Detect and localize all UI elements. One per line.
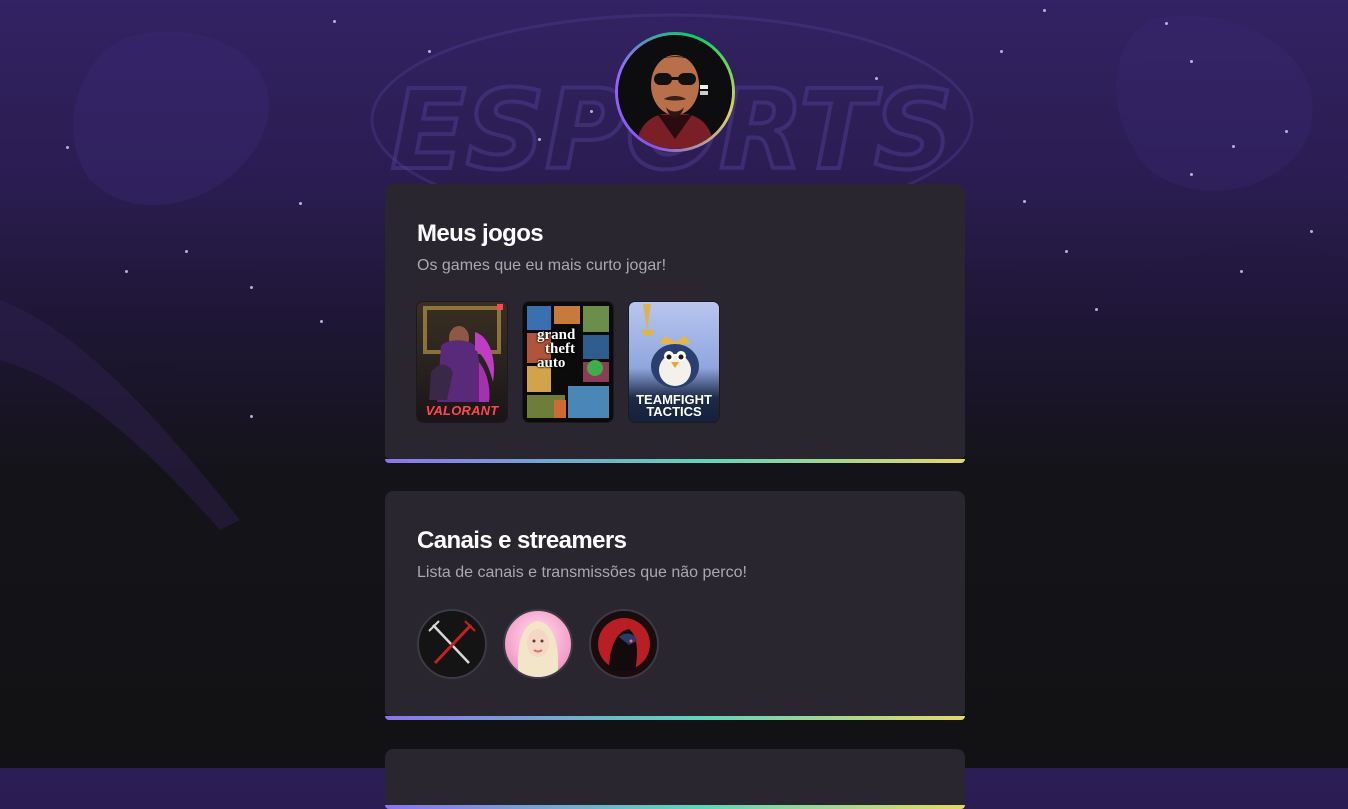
channels-list — [417, 609, 933, 679]
streamer-portrait-blonde — [517, 621, 559, 677]
channel-avatar-blonde-streamer[interactable] — [503, 609, 573, 679]
channels-card-title: Canais e streamers — [417, 527, 627, 554]
gta-logo-text: grand theft auto — [537, 327, 576, 371]
game-cover-teamfight-tactics[interactable]: TEAMFIGHT TACTICS — [629, 302, 719, 422]
channels-card-subtitle: Lista de canais e transmissões que não p… — [417, 564, 747, 581]
crossed-swords-icon — [428, 620, 476, 665]
profile-avatar — [615, 32, 735, 152]
channel-avatar-crossed-swords[interactable] — [417, 609, 487, 679]
games-card-subtitle: Os games que eu mais curto jogar! — [417, 257, 667, 274]
game-cover-gta-v[interactable]: grand theft auto — [523, 302, 613, 422]
third-card-partial — [385, 749, 965, 809]
profile-avatar-illustration — [618, 35, 732, 149]
game-cover-valorant[interactable]: VALORANT — [417, 302, 507, 422]
channel-avatar-red-warrior[interactable] — [589, 609, 659, 679]
valorant-logo-text: VALORANT — [425, 403, 499, 418]
channels-card: Canais e streamers Lista de canais e tra… — [385, 491, 965, 720]
games-list: VALORANT grand theft auto TEAMFIGHT TACT… — [417, 302, 933, 422]
games-card-title: Meus jogos — [417, 220, 544, 247]
games-card: Meus jogos Os games que eu mais curto jo… — [385, 184, 965, 463]
tft-logo-text: TEAMFIGHT TACTICS — [636, 392, 712, 419]
red-warrior-icon — [598, 618, 650, 671]
